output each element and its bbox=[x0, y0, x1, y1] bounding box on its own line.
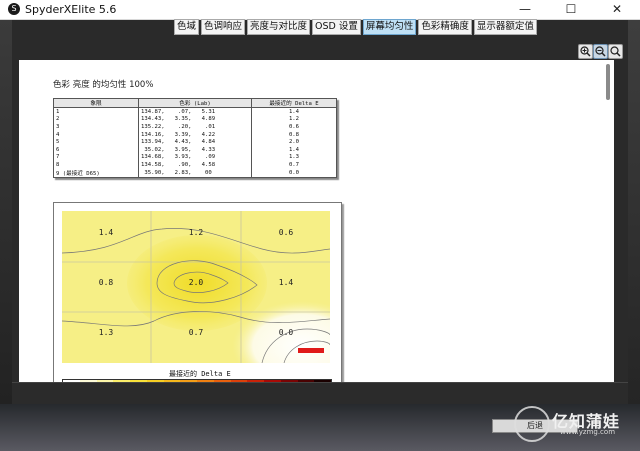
cell-delta-e: 0.0 bbox=[251, 168, 337, 178]
cell-quadrant: 6 bbox=[53, 145, 139, 154]
watermark-url: www.yzmg.com bbox=[560, 428, 616, 436]
cell-delta-e: 1.4 bbox=[251, 145, 337, 154]
heatmap-marker bbox=[298, 348, 324, 353]
watermark-logo-icon bbox=[514, 406, 550, 442]
zoom-fit-button[interactable] bbox=[608, 44, 623, 59]
zoom-in-button[interactable] bbox=[578, 44, 593, 59]
cell-lab: 134.58, .90, 4.58 bbox=[138, 161, 252, 169]
zoom-out-icon bbox=[595, 46, 606, 57]
header-color-lab: 色彩 (Lab) bbox=[138, 98, 252, 108]
watermark: 亿知蒲娃 www.yzmg.com bbox=[514, 402, 634, 442]
heatmap-value-label: 0.8 bbox=[99, 278, 114, 287]
cell-delta-e: 0.6 bbox=[251, 123, 337, 131]
table-row: 8 134.58, .90, 4.58 0.7 bbox=[53, 161, 337, 169]
heatmap-value-label: 1.4 bbox=[279, 278, 294, 287]
tab-bar: 色域 色调响应 亮度与对比度 OSD 设置 屏幕均匀性 色彩精确度 显示器额定值 bbox=[174, 19, 537, 35]
cell-quadrant: 7 bbox=[53, 153, 139, 162]
heatmap-value-label: 1.4 bbox=[99, 228, 114, 237]
cell-quadrant: 9 (最接近 D65) bbox=[53, 168, 139, 178]
cell-quadrant: 2 bbox=[53, 115, 139, 124]
uniformity-title: 色彩 亮度 的均匀性 100% bbox=[53, 80, 154, 90]
cell-lab: 134.43, 3.35, 4.89 bbox=[138, 115, 252, 124]
heatmap-value-label: 1.3 bbox=[99, 328, 114, 337]
minimize-button[interactable]: — bbox=[502, 0, 548, 19]
tab-screen-uniformity[interactable]: 屏幕均匀性 bbox=[362, 19, 417, 35]
table-row: 6 35.02, 3.95, 4.33 1.4 bbox=[53, 145, 337, 154]
cell-quadrant: 4 bbox=[53, 130, 139, 139]
close-button[interactable]: ✕ bbox=[594, 0, 640, 19]
cell-delta-e: 1.2 bbox=[251, 115, 337, 124]
cell-delta-e: 1.3 bbox=[251, 153, 337, 162]
minimize-icon: — bbox=[519, 2, 531, 16]
table-row: 4 134.16, 3.39, 4.22 0.8 bbox=[53, 130, 337, 139]
tab-brightness-contrast[interactable]: 亮度与对比度 bbox=[247, 19, 311, 35]
tab-gamut[interactable]: 色域 bbox=[174, 19, 200, 35]
cell-quadrant: 5 bbox=[53, 138, 139, 146]
zoom-in-icon bbox=[580, 46, 591, 57]
cell-lab: 135.22, .20, .01 bbox=[138, 123, 252, 131]
maximize-icon: ☐ bbox=[565, 2, 577, 16]
window-title: SpyderXElite 5.6 bbox=[25, 3, 117, 16]
table-header-row: 象限 色彩 (Lab) 最接近的 Delta E bbox=[53, 98, 337, 108]
table-row: 3 135.22, .20, .01 0.6 bbox=[53, 123, 337, 131]
cell-lab: 134.68, 3.93, .09 bbox=[138, 153, 252, 162]
tab-tone-response[interactable]: 色调响应 bbox=[201, 19, 246, 35]
heatmap-value-label: 0.6 bbox=[279, 228, 294, 237]
cell-delta-e: 1.4 bbox=[251, 107, 337, 116]
window-left-edge bbox=[0, 20, 12, 451]
cell-delta-e: 2.0 bbox=[251, 138, 337, 146]
table-row: 7 134.68, 3.93, .09 1.3 bbox=[53, 153, 337, 162]
close-icon: ✕ bbox=[611, 2, 623, 16]
table-row: 2 134.43, 3.35, 4.89 1.2 bbox=[53, 115, 337, 124]
tab-osd-settings[interactable]: OSD 设置 bbox=[312, 19, 361, 35]
zoom-out-button[interactable] bbox=[593, 44, 608, 59]
cell-quadrant: 3 bbox=[53, 123, 139, 131]
uniformity-heatmap: 1.4 1.2 0.6 0.8 2.0 1.4 1.3 0.7 0.0 最接近的 Delta E bbox=[53, 202, 342, 382]
zoom-fit-icon bbox=[610, 46, 621, 57]
header-delta-e: 最接近的 Delta E bbox=[251, 98, 337, 108]
report-page: 色彩 亮度 的均匀性 100% 象限 色彩 (Lab) 最接近的 Delta E… bbox=[19, 60, 614, 382]
cell-delta-e: 0.7 bbox=[251, 161, 337, 169]
tab-monitor-rating[interactable]: 显示器额定值 bbox=[473, 19, 537, 35]
table-row: 9 (最接近 D65) 35.90, 2.83, 00 0.0 bbox=[53, 168, 337, 178]
scale-title: 最接近的 Delta E bbox=[169, 370, 231, 378]
maximize-button[interactable]: ☐ bbox=[548, 0, 594, 19]
cell-delta-e: 0.8 bbox=[251, 130, 337, 139]
heatmap-value-label: 0.7 bbox=[189, 328, 204, 337]
cell-lab: 134.87, .07, 5.31 bbox=[138, 107, 252, 116]
window-right-edge bbox=[628, 20, 640, 451]
heatmap-value-label: 1.2 bbox=[189, 228, 204, 237]
cell-quadrant: 8 bbox=[53, 161, 139, 169]
table-row: 5 133.94, 4.43, 4.84 2.0 bbox=[53, 138, 337, 146]
vertical-scrollbar-thumb[interactable] bbox=[606, 64, 610, 100]
uniformity-table: 象限 色彩 (Lab) 最接近的 Delta E 1 134.87, .07, 5… bbox=[53, 98, 337, 178]
header-quadrant: 象限 bbox=[53, 98, 139, 108]
app-window: S SpyderXElite 5.6 — ☐ ✕ 色域 色调响应 亮度与对比度 … bbox=[0, 0, 640, 451]
cell-lab: 35.02, 3.95, 4.33 bbox=[138, 145, 252, 154]
heatmap-value-label: 0.0 bbox=[279, 328, 294, 337]
heatmap-plot: 1.4 1.2 0.6 0.8 2.0 1.4 1.3 0.7 0.0 bbox=[62, 211, 330, 363]
cell-quadrant: 1 bbox=[53, 107, 139, 116]
cell-lab: 134.16, 3.39, 4.22 bbox=[138, 130, 252, 139]
table-row: 1 134.87, .07, 5.31 1.4 bbox=[53, 107, 337, 116]
title-bar[interactable]: S SpyderXElite 5.6 — ☐ ✕ bbox=[0, 0, 640, 20]
cell-lab: 133.94, 4.43, 4.84 bbox=[138, 138, 252, 146]
app-icon: S bbox=[8, 3, 20, 15]
tab-color-accuracy[interactable]: 色彩精确度 bbox=[418, 19, 472, 35]
heatmap-value-label: 2.0 bbox=[189, 278, 204, 287]
cell-lab: 35.90, 2.83, 00 bbox=[138, 168, 252, 178]
